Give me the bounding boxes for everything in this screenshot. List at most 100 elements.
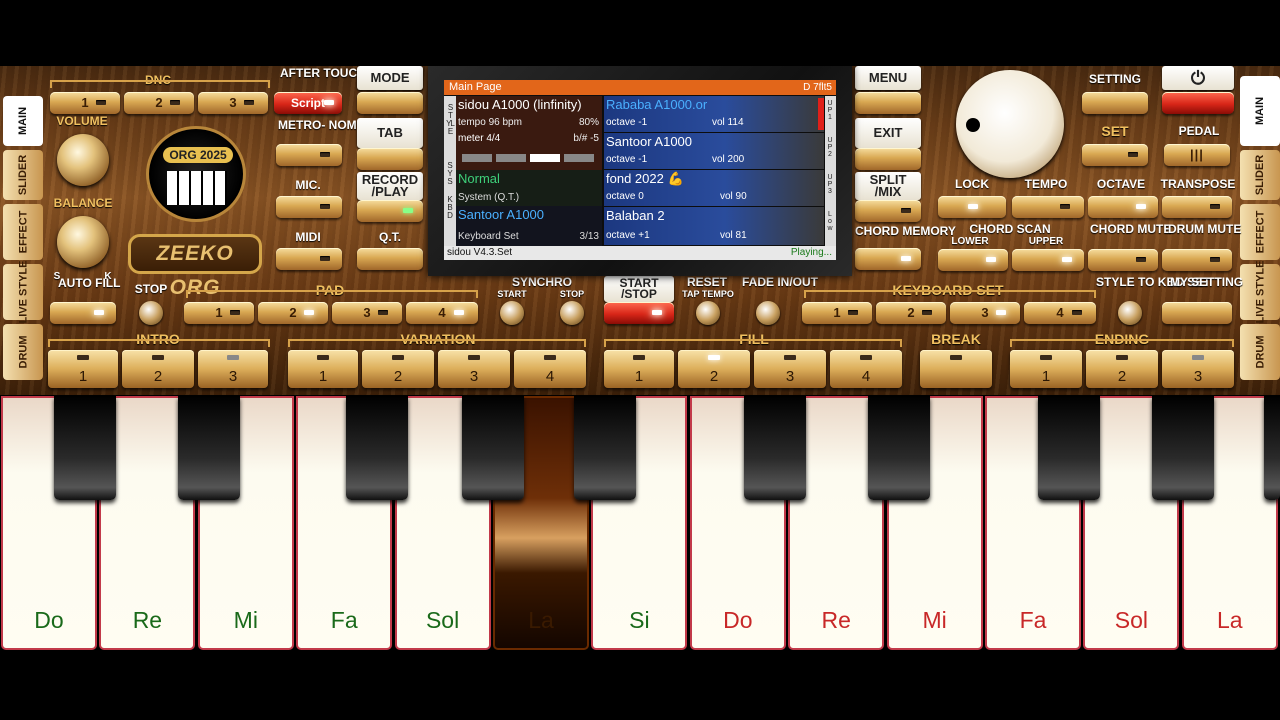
chord-mute-button[interactable] (1088, 249, 1158, 271)
break-button[interactable] (920, 350, 992, 388)
tab-label: MAIN (1253, 96, 1266, 126)
my-setting-button[interactable] (1162, 302, 1232, 324)
upper3-voice[interactable]: fond 2022 💪 octave 0 vol 90 (604, 170, 824, 206)
chord-memory-button[interactable] (855, 248, 921, 270)
fade-knob[interactable] (756, 301, 780, 325)
stop-knob[interactable] (139, 301, 163, 325)
kbd-count: 3/13 (579, 231, 599, 242)
tab-main-left[interactable]: MAIN (3, 96, 43, 146)
pad-button-1[interactable]: 1 (184, 302, 254, 324)
black-key[interactable] (346, 396, 408, 500)
fill-button-1[interactable]: 1 (604, 350, 674, 388)
setting-button[interactable] (1082, 92, 1148, 114)
synchro-start-knob[interactable] (500, 301, 524, 325)
kbd-panel[interactable]: Santoor A1000 Keyboard Set 3/13 (456, 206, 602, 246)
pedal-button[interactable]: ||| (1164, 144, 1230, 166)
pad-button-2[interactable]: 2 (258, 302, 328, 324)
black-key[interactable] (462, 396, 524, 500)
chord-scan-upper-button[interactable] (1012, 249, 1084, 271)
set-button[interactable] (1082, 144, 1148, 166)
tab-slider-left[interactable]: SLIDER (3, 150, 43, 200)
metronome-button[interactable] (276, 144, 342, 166)
ending-button-2[interactable]: 2 (1086, 350, 1158, 388)
lock-button[interactable] (938, 196, 1006, 218)
tempo-button[interactable] (1012, 196, 1084, 218)
synchro-stop-knob[interactable] (560, 301, 584, 325)
chord-scan-lower-button[interactable] (938, 249, 1008, 271)
mode-button[interactable] (357, 92, 423, 114)
mic-button[interactable] (276, 196, 342, 218)
reset-knob[interactable] (696, 301, 720, 325)
variation-button-2[interactable]: 2 (362, 350, 434, 388)
variation-button-4[interactable]: 4 (514, 350, 586, 388)
fill-button-4[interactable]: 4 (830, 350, 902, 388)
black-key[interactable] (574, 396, 636, 500)
tab-button[interactable] (357, 148, 423, 170)
tab-live-style-right[interactable]: LIVE STYLE (1240, 261, 1280, 323)
intro-button-2[interactable]: 2 (122, 350, 194, 388)
keyboard-set-button-2[interactable]: 2 (876, 302, 946, 324)
octave-button[interactable] (1088, 196, 1158, 218)
record-play-button[interactable] (357, 200, 423, 222)
sys-panel[interactable]: Normal System (Q.T.) (456, 170, 602, 206)
ending-button-1[interactable]: 1 (1010, 350, 1082, 388)
pad-button-3[interactable]: 3 (332, 302, 402, 324)
black-key[interactable] (1264, 396, 1280, 500)
led-indicator (96, 100, 106, 105)
qt-button[interactable] (357, 248, 423, 270)
power-button[interactable] (1162, 92, 1234, 114)
dnc-button-3[interactable]: 3 (198, 92, 268, 114)
ending-button-3[interactable]: 3 (1162, 350, 1234, 388)
start-stop-button[interactable] (604, 302, 674, 324)
intro-button-3[interactable]: 3 (198, 350, 268, 388)
lower-voice[interactable]: Balaban 2 octave +1 vol 81 (604, 207, 824, 245)
tab-drum-left[interactable]: DRUM (3, 324, 43, 380)
script-button[interactable]: Script (274, 92, 342, 114)
dnc-button-2[interactable]: 2 (124, 92, 194, 114)
variation-button-3[interactable]: 3 (438, 350, 510, 388)
tab-slider-right[interactable]: SLIDER (1240, 150, 1280, 200)
power-icon[interactable]: ⏻ (1162, 66, 1234, 90)
data-dial[interactable] (956, 70, 1064, 178)
upper-label: UPPER (1028, 236, 1064, 247)
upper2-voice[interactable]: Santoor A1000 octave -1 vol 200 (604, 133, 824, 169)
auto-fill-button[interactable] (50, 302, 116, 324)
midi-button[interactable] (276, 248, 342, 270)
transpose-button[interactable] (1162, 196, 1232, 218)
volume-knob[interactable] (57, 134, 109, 186)
keyboard-set-button-1[interactable]: 1 (802, 302, 872, 324)
fill-button-3[interactable]: 3 (754, 350, 826, 388)
black-key[interactable] (1152, 396, 1214, 500)
keyboard-set-button-4[interactable]: 4 (1024, 302, 1096, 324)
balance-knob[interactable] (57, 216, 109, 268)
style-to-kbd-knob[interactable] (1118, 301, 1142, 325)
black-key[interactable] (178, 396, 240, 500)
tab-effect-left[interactable]: EFFECT (3, 204, 43, 260)
voice-volume: vol 114 (712, 117, 744, 128)
tab-drum-right[interactable]: DRUM (1240, 324, 1280, 380)
voice-volume: vol 81 (720, 230, 747, 241)
button-label: 2 (907, 305, 915, 320)
intro-button-1[interactable]: 1 (48, 350, 118, 388)
style-panel[interactable]: sidou A1000 (linfinity) tempo 96 bpm 80%… (456, 96, 602, 170)
black-key[interactable] (744, 396, 806, 500)
tab-effect-right[interactable]: EFFECT (1240, 204, 1280, 260)
pad-button-4[interactable]: 4 (406, 302, 478, 324)
led-indicator (633, 355, 645, 360)
dnc-button-1[interactable]: 1 (50, 92, 120, 114)
tab-main-right[interactable]: MAIN (1240, 76, 1280, 146)
upper1-voice[interactable]: Rababa A1000.or octave -1 vol 114 (604, 96, 824, 132)
split-mix-button[interactable] (855, 200, 921, 222)
black-key[interactable] (868, 396, 930, 500)
variation-button-1[interactable]: 1 (288, 350, 358, 388)
record-play-label: RECORD /PLAY (357, 172, 423, 200)
black-key[interactable] (54, 396, 116, 500)
drum-mute-button[interactable] (1162, 249, 1232, 271)
fill-button-2[interactable]: 2 (678, 350, 750, 388)
menu-button[interactable] (855, 92, 921, 114)
tab-live-style-left[interactable]: LIVE STYLE (3, 261, 43, 323)
black-key[interactable] (1038, 396, 1100, 500)
exit-button[interactable] (855, 148, 921, 170)
keyboard-set-button-3[interactable]: 3 (950, 302, 1020, 324)
qt-label: Q.T. (378, 230, 401, 244)
